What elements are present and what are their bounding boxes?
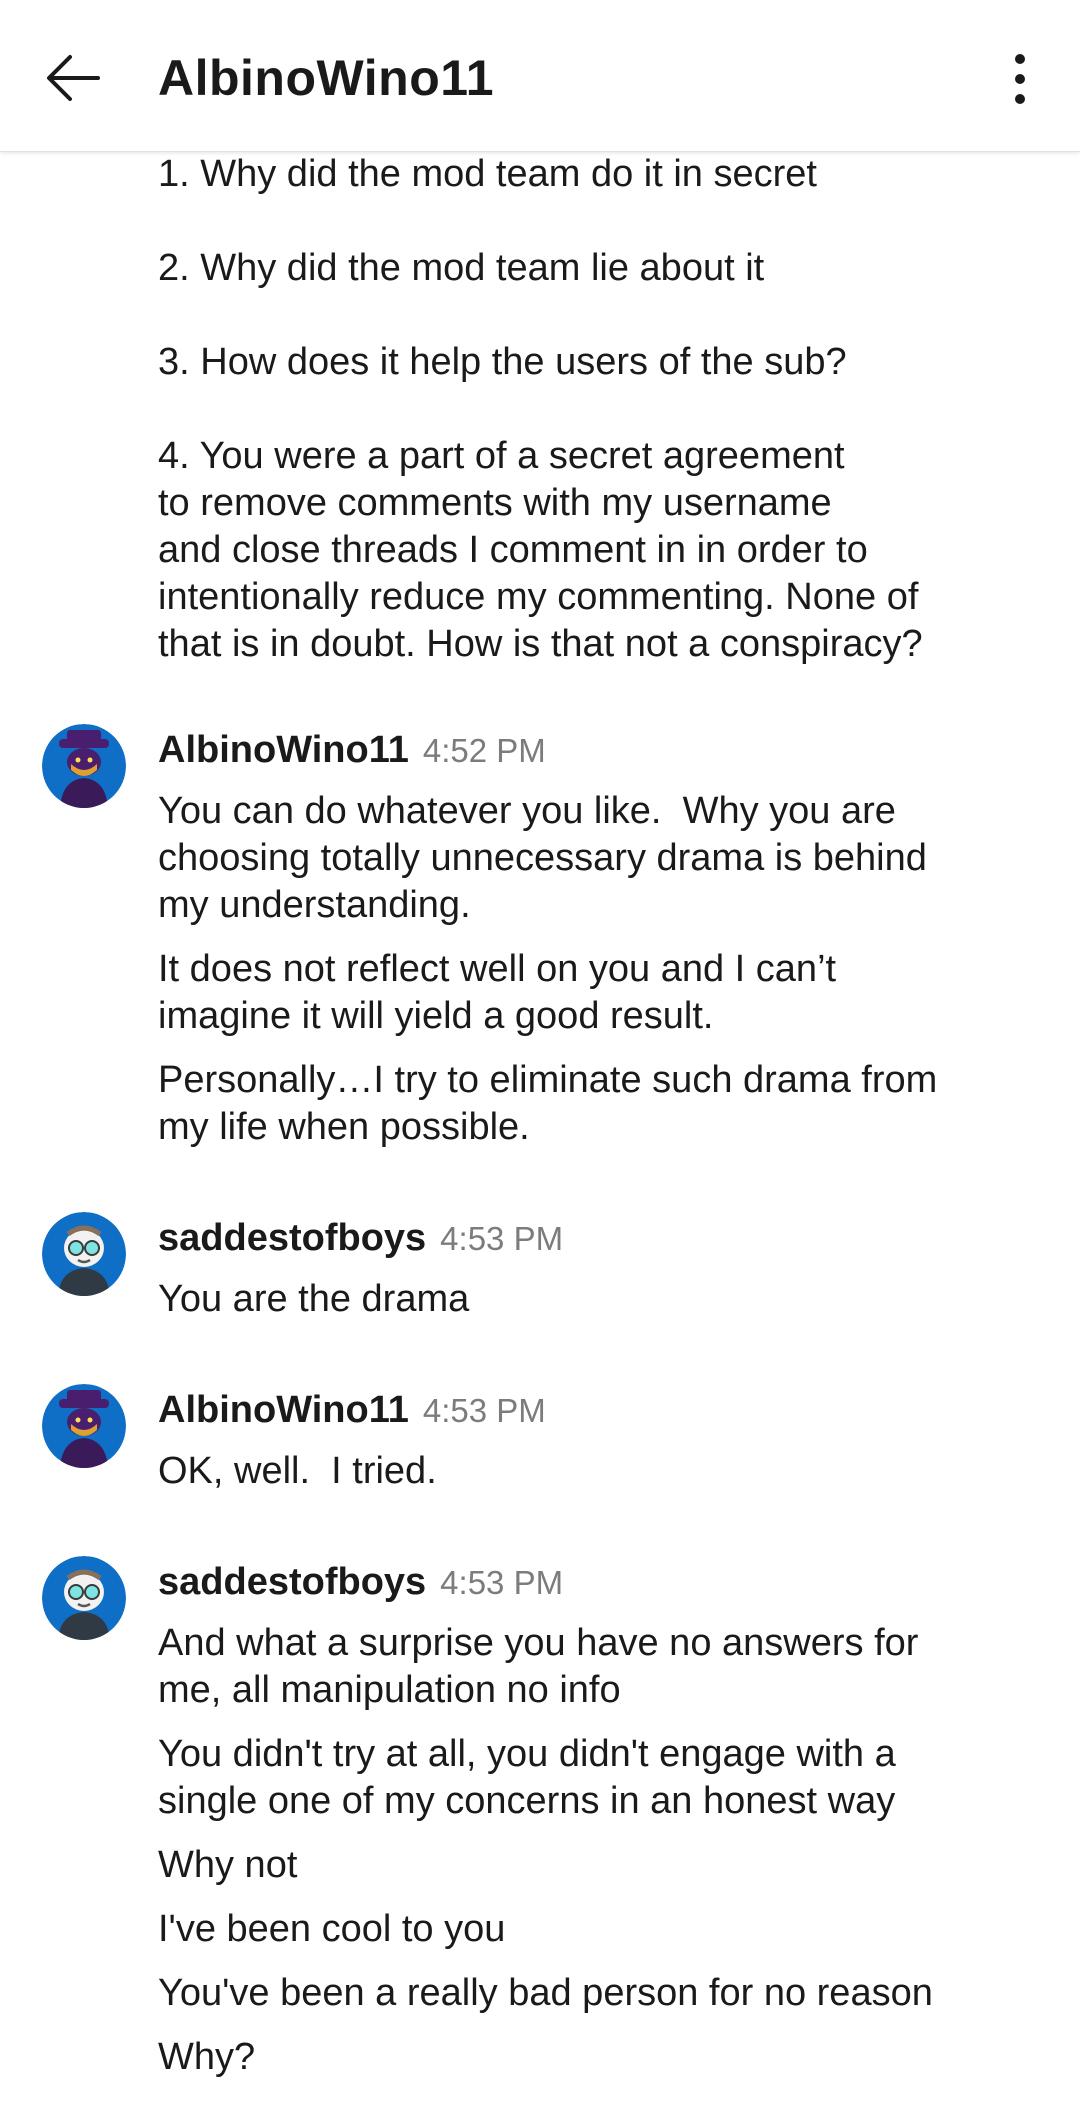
message-paragraph: And what a surprise you have no answers … <box>158 1620 1018 1714</box>
message-text: You can do whatever you like. Why you ar… <box>158 788 1018 1151</box>
message-line: You can do whatever you like. Why you ar… <box>158 790 896 832</box>
albino-avatar-icon <box>42 724 126 808</box>
message-body: saddestofboys 4:53 PM You are the drama <box>158 1212 1018 1323</box>
message-line: OK, well. I tried. <box>158 1450 437 1492</box>
message-paragraph: OK, well. I tried. <box>158 1448 1018 1495</box>
message-line: You didn't try at all, you didn't engage… <box>158 1733 896 1775</box>
message-line: You are the drama <box>158 1278 470 1320</box>
message-text: And what a surprise you have no answers … <box>158 1620 1018 2081</box>
avatar[interactable] <box>42 1212 126 1296</box>
message-header: AlbinoWino11 4:53 PM <box>158 1384 1018 1436</box>
avatar[interactable] <box>42 724 126 808</box>
timestamp: 4:53 PM <box>422 1392 546 1429</box>
message-line: choosing totally unnecessary drama is be… <box>158 837 927 879</box>
saddest-avatar-icon <box>42 1556 126 1640</box>
message-line: 3. How does it help the users of the sub… <box>158 341 847 383</box>
timestamp: 4:52 PM <box>422 732 546 769</box>
message-paragraph: Why not <box>158 1842 1018 1889</box>
message-line: 4. You were a part of a secret agreement <box>158 435 845 477</box>
timestamp: 4:53 PM <box>440 1220 564 1257</box>
message-line: that is in doubt. How is that not a cons… <box>158 623 923 665</box>
back-button[interactable] <box>34 40 110 116</box>
message-paragraph: 2. Why did the mod team lie about it <box>158 245 1018 292</box>
message-paragraph: You've been a really bad person for no r… <box>158 1970 1018 2017</box>
message-line: intentionally reduce my commenting. None… <box>158 576 919 618</box>
message-line: me, all manipulation no info <box>158 1669 621 1711</box>
avatar[interactable] <box>42 1556 126 1640</box>
message-line: And what a surprise you have no answers … <box>158 1622 919 1664</box>
continued-message: 1. Why did the mod team do it in secret … <box>158 151 1018 668</box>
message-text: You are the drama <box>158 1276 1018 1323</box>
message-paragraph: Why? <box>158 2034 1018 2081</box>
message-header: AlbinoWino11 4:52 PM <box>158 724 1018 776</box>
chat-title: AlbinoWino11 <box>158 50 495 106</box>
message-line: I've been cool to you <box>158 1908 506 1950</box>
message-header: saddestofboys 4:53 PM <box>158 1556 1018 1608</box>
username[interactable]: AlbinoWino11 <box>158 1384 409 1436</box>
message-feed[interactable]: 1. Why did the mod team do it in secret … <box>0 151 1080 2116</box>
message-paragraph: You didn't try at all, you didn't engage… <box>158 1731 1018 1825</box>
message-line: and close threads I comment in in order … <box>158 529 868 571</box>
message-paragraph: 3. How does it help the users of the sub… <box>158 339 1018 386</box>
message-line: It does not reflect well on you and I ca… <box>158 948 837 990</box>
saddest-avatar-icon <box>42 1212 126 1296</box>
message-line: Personally…I try to eliminate such drama… <box>158 1059 938 1101</box>
avatar[interactable] <box>42 1384 126 1468</box>
message-paragraph: You are the drama <box>158 1276 1018 1323</box>
message-line: Why? <box>158 2036 256 2078</box>
message-paragraph: 1. Why did the mod team do it in secret <box>158 151 1018 198</box>
message-line: to remove comments with my username <box>158 482 832 524</box>
message-body: AlbinoWino11 4:52 PM You can do whatever… <box>158 724 1018 1151</box>
message-paragraph: 4. You were a part of a secret agreement… <box>158 433 1018 668</box>
message-line: imagine it will yield a good result. <box>158 995 714 1037</box>
message-line: 1. Why did the mod team do it in secret <box>158 153 817 195</box>
timestamp: 4:53 PM <box>440 1564 564 1601</box>
message-line: You've been a really bad person for no r… <box>158 1972 933 2014</box>
more-vertical-icon-dot <box>1015 74 1025 84</box>
message-line: my understanding. <box>158 884 471 926</box>
message-text: OK, well. I tried. <box>158 1448 1018 1495</box>
username[interactable]: saddestofboys <box>158 1212 426 1264</box>
message-body: saddestofboys 4:53 PM And what a surpris… <box>158 1556 1018 2081</box>
message-paragraph: You can do whatever you like. Why you ar… <box>158 788 1018 929</box>
albino-avatar-icon <box>42 1384 126 1468</box>
message-paragraph: It does not reflect well on you and I ca… <box>158 946 1018 1040</box>
message-line: my life when possible. <box>158 1106 530 1148</box>
message-paragraph: I've been cool to you <box>158 1906 1018 1953</box>
message-line: single one of my concerns in an honest w… <box>158 1780 896 1822</box>
message-body: AlbinoWino11 4:53 PM OK, well. I tried. <box>158 1384 1018 1495</box>
more-options-button[interactable] <box>1000 44 1040 114</box>
message-line: 2. Why did the mod team lie about it <box>158 247 765 289</box>
message-line: Why not <box>158 1844 298 1886</box>
username[interactable]: AlbinoWino11 <box>158 724 409 776</box>
username[interactable]: saddestofboys <box>158 1556 426 1608</box>
arrow-left-icon <box>47 55 100 101</box>
more-vertical-icon-dot <box>1015 94 1025 104</box>
message-header: saddestofboys 4:53 PM <box>158 1212 1018 1264</box>
more-vertical-icon <box>1015 54 1025 64</box>
message-paragraph: Personally…I try to eliminate such drama… <box>158 1057 1018 1151</box>
app-bar: AlbinoWino11 <box>0 0 1080 152</box>
